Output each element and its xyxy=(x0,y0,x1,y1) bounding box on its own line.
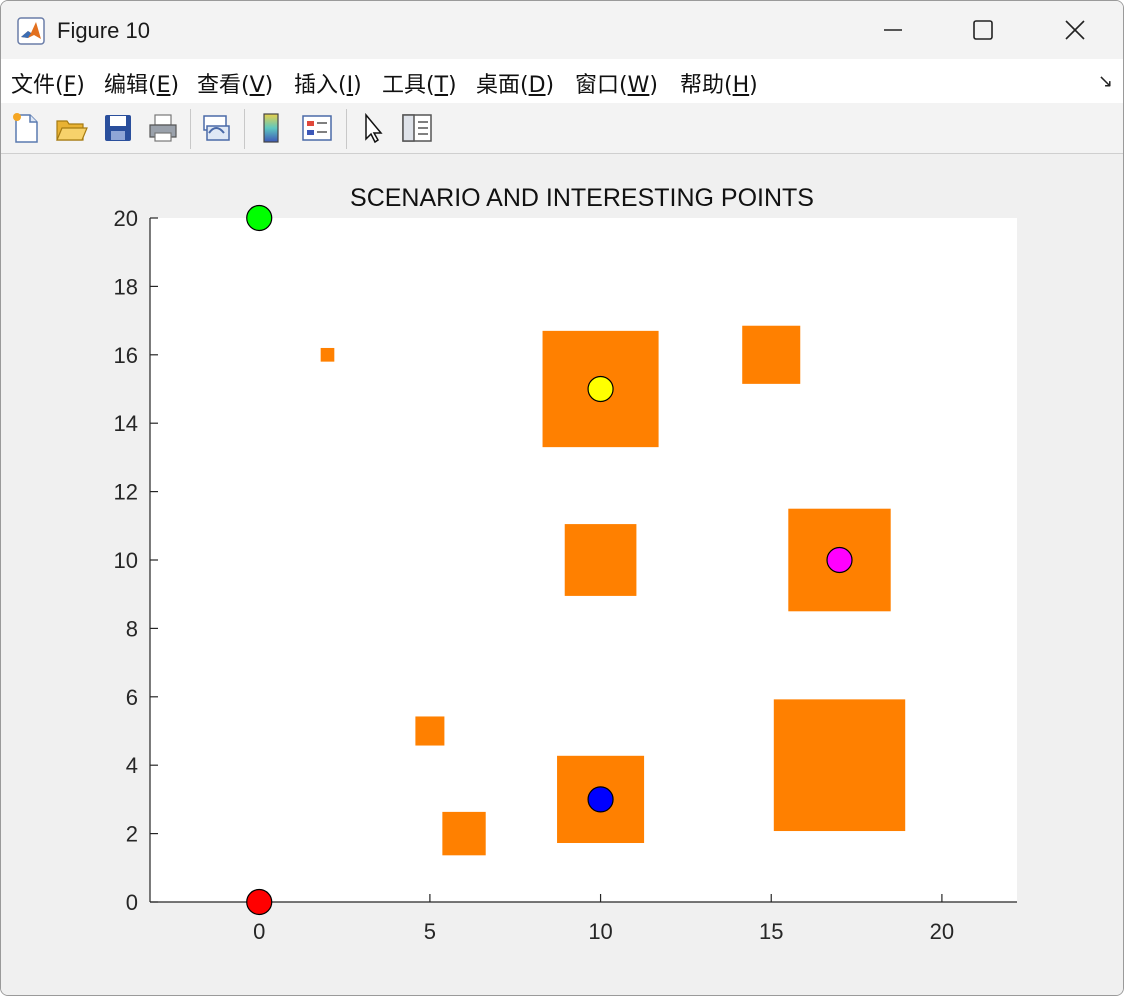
y-tick-label: 6 xyxy=(126,685,138,710)
y-tick-label: 20 xyxy=(114,206,138,231)
open-file-icon[interactable] xyxy=(54,111,88,145)
matlab-logo-icon xyxy=(17,17,45,45)
maximize-icon xyxy=(973,20,993,40)
marker-point xyxy=(246,888,273,916)
x-tick-label: 5 xyxy=(424,919,436,944)
menu-view[interactable]: 查看(V) xyxy=(197,67,273,99)
print-icon[interactable] xyxy=(146,111,180,145)
minimize-button[interactable] xyxy=(847,1,939,59)
toolbar-separator xyxy=(244,109,245,149)
y-tick-label: 16 xyxy=(114,343,138,368)
y-tick-label: 8 xyxy=(126,616,138,641)
edit-plot-icon[interactable] xyxy=(356,111,390,145)
minimize-icon xyxy=(884,29,902,31)
menu-edit[interactable]: 编辑(E) xyxy=(104,67,179,99)
insert-legend-icon[interactable] xyxy=(300,111,334,145)
marker-point xyxy=(587,375,614,403)
y-tick-label: 14 xyxy=(114,411,138,436)
chart-title: SCENARIO AND INTERESTING POINTS xyxy=(350,184,814,212)
obstacle-square xyxy=(773,699,906,832)
menu-desktop[interactable]: 桌面(D) xyxy=(476,67,554,99)
menu-help[interactable]: 帮助(H) xyxy=(680,67,758,99)
y-tick-label: 18 xyxy=(114,274,138,299)
menu-window[interactable]: 窗口(W) xyxy=(575,67,658,99)
close-button[interactable] xyxy=(1029,1,1121,59)
marker-point xyxy=(246,204,273,232)
insert-colorbar-icon[interactable] xyxy=(254,111,288,145)
maximize-button[interactable] xyxy=(937,1,1029,59)
marker-point xyxy=(587,786,614,813)
property-inspector-icon[interactable] xyxy=(400,111,434,145)
menu-insert[interactable]: 插入(I) xyxy=(294,67,362,99)
save-icon[interactable] xyxy=(101,111,135,145)
figure-window: Figure 10 文件(F) 编辑(E) 查看(V) 插入(I) 工具(T) … xyxy=(0,0,1124,996)
x-tick-label: 15 xyxy=(759,919,783,944)
obstacle-square xyxy=(415,716,445,746)
toolbar-separator xyxy=(190,109,191,149)
chart-axes[interactable]: SCENARIO AND INTERESTING POINTS 0 5 10 15 20… xyxy=(1,154,1123,995)
figure-toolbar xyxy=(1,103,1123,154)
obstacle-square xyxy=(320,347,335,362)
obstacle-square xyxy=(564,524,637,596)
toolbar-separator xyxy=(346,109,347,149)
obstacle-square xyxy=(442,811,486,856)
marker-point xyxy=(826,546,853,574)
window-title: Figure 10 xyxy=(57,18,150,43)
menu-bar: 文件(F) 编辑(E) 查看(V) 插入(I) 工具(T) 桌面(D) 窗口(W… xyxy=(1,59,1123,103)
dock-arrow-icon[interactable]: ↘ xyxy=(1098,71,1113,92)
close-icon xyxy=(1065,20,1085,40)
x-tick-label: 20 xyxy=(930,919,954,944)
obstacle-square xyxy=(742,325,801,384)
new-figure-icon[interactable] xyxy=(9,111,43,145)
y-tick-label: 0 xyxy=(126,890,138,915)
y-tick-label: 10 xyxy=(114,548,138,573)
menu-file[interactable]: 文件(F) xyxy=(11,67,85,99)
y-tick-label: 12 xyxy=(114,480,138,505)
y-tick-label: 2 xyxy=(126,822,138,847)
link-plot-icon[interactable] xyxy=(199,111,233,145)
x-tick-label: 10 xyxy=(588,919,612,944)
y-tick-label: 4 xyxy=(126,753,138,778)
title-bar[interactable]: Figure 10 xyxy=(1,1,1123,59)
menu-tools[interactable]: 工具(T) xyxy=(382,67,457,99)
figure-canvas: SCENARIO AND INTERESTING POINTS 0 5 10 15 20… xyxy=(1,154,1123,995)
x-tick-label: 0 xyxy=(253,919,265,944)
